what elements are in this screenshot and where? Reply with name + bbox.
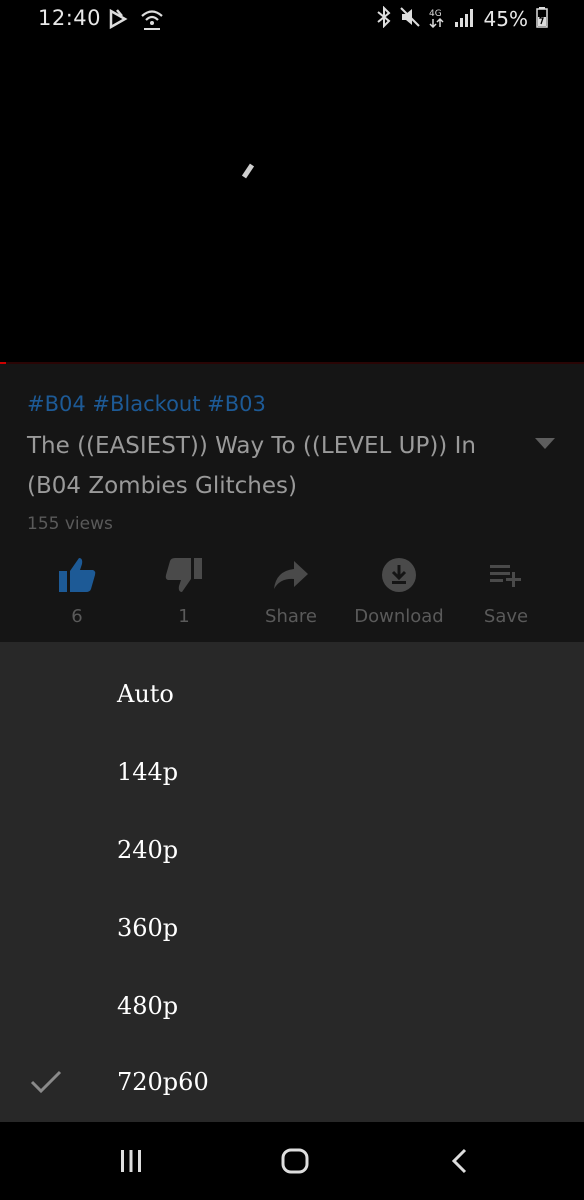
mute-icon: [399, 6, 420, 32]
save-button[interactable]: Save: [456, 554, 556, 627]
share-button[interactable]: Share: [241, 554, 341, 627]
status-time: 12:40: [38, 6, 102, 30]
recent-apps-icon[interactable]: [118, 1148, 144, 1178]
share-icon: [241, 554, 341, 596]
thumb-up-icon: [27, 554, 127, 596]
video-title: The ((EASIEST)) Way To ((LEVEL UP)) In (…: [27, 433, 476, 499]
notification-icon: [108, 8, 128, 34]
video-info-panel: #B04 #Blackout #B03 The ((EASIEST)) Way …: [0, 364, 584, 642]
video-hashtags[interactable]: #B04 #Blackout #B03: [27, 392, 266, 416]
quality-option-label: Auto: [117, 680, 174, 708]
video-actions-row: 6 1 Share Download Save: [0, 554, 584, 634]
quality-option-240p[interactable]: 240p: [0, 812, 584, 890]
save-label: Save: [483, 606, 529, 627]
dislike-count: 1: [178, 606, 190, 627]
bluetooth-icon: [376, 5, 392, 32]
video-player[interactable]: [0, 40, 584, 363]
home-icon[interactable]: [281, 1148, 309, 1178]
download-label: Download: [354, 606, 444, 627]
like-count: 6: [71, 606, 83, 627]
view-count: 155 views: [27, 514, 113, 534]
svg-text:4G: 4G: [429, 9, 442, 19]
status-bar: 12:40 4G 45%: [0, 0, 584, 40]
loading-spinner-icon: [241, 163, 255, 183]
quality-option-480p[interactable]: 480p: [0, 968, 584, 1046]
expand-description-chevron-icon[interactable]: [534, 436, 556, 455]
data-4g-icon: 4G: [428, 6, 446, 32]
thumb-down-icon: [134, 554, 234, 596]
like-button[interactable]: 6: [27, 554, 127, 627]
quality-option-label: 480p: [117, 992, 179, 1020]
quality-option-label: 360p: [117, 914, 179, 942]
back-icon[interactable]: [450, 1148, 468, 1178]
signal-icon: [454, 6, 476, 32]
dislike-button[interactable]: 1: [134, 554, 234, 627]
share-label: Share: [265, 606, 317, 627]
download-button[interactable]: Download: [349, 554, 449, 627]
quality-option-720p60[interactable]: 720p60: [0, 1044, 584, 1122]
checkmark-icon: [30, 1070, 62, 1098]
quality-selection-sheet: Auto 144p 240p 360p 480p 720p60: [0, 642, 584, 1122]
quality-option-label: 144p: [117, 758, 179, 786]
playlist-add-icon: [456, 554, 556, 596]
battery-charging-icon: [536, 6, 548, 32]
system-navigation-bar: [0, 1122, 584, 1200]
download-icon: [349, 554, 449, 596]
battery-percent: 45%: [483, 7, 528, 31]
wifi-hotspot-icon: [140, 8, 164, 34]
quality-option-auto[interactable]: Auto: [0, 656, 584, 734]
quality-option-144p[interactable]: 144p: [0, 734, 584, 812]
quality-option-360p[interactable]: 360p: [0, 890, 584, 968]
quality-option-label: 240p: [117, 836, 179, 864]
quality-option-label: 720p60: [117, 1068, 209, 1096]
